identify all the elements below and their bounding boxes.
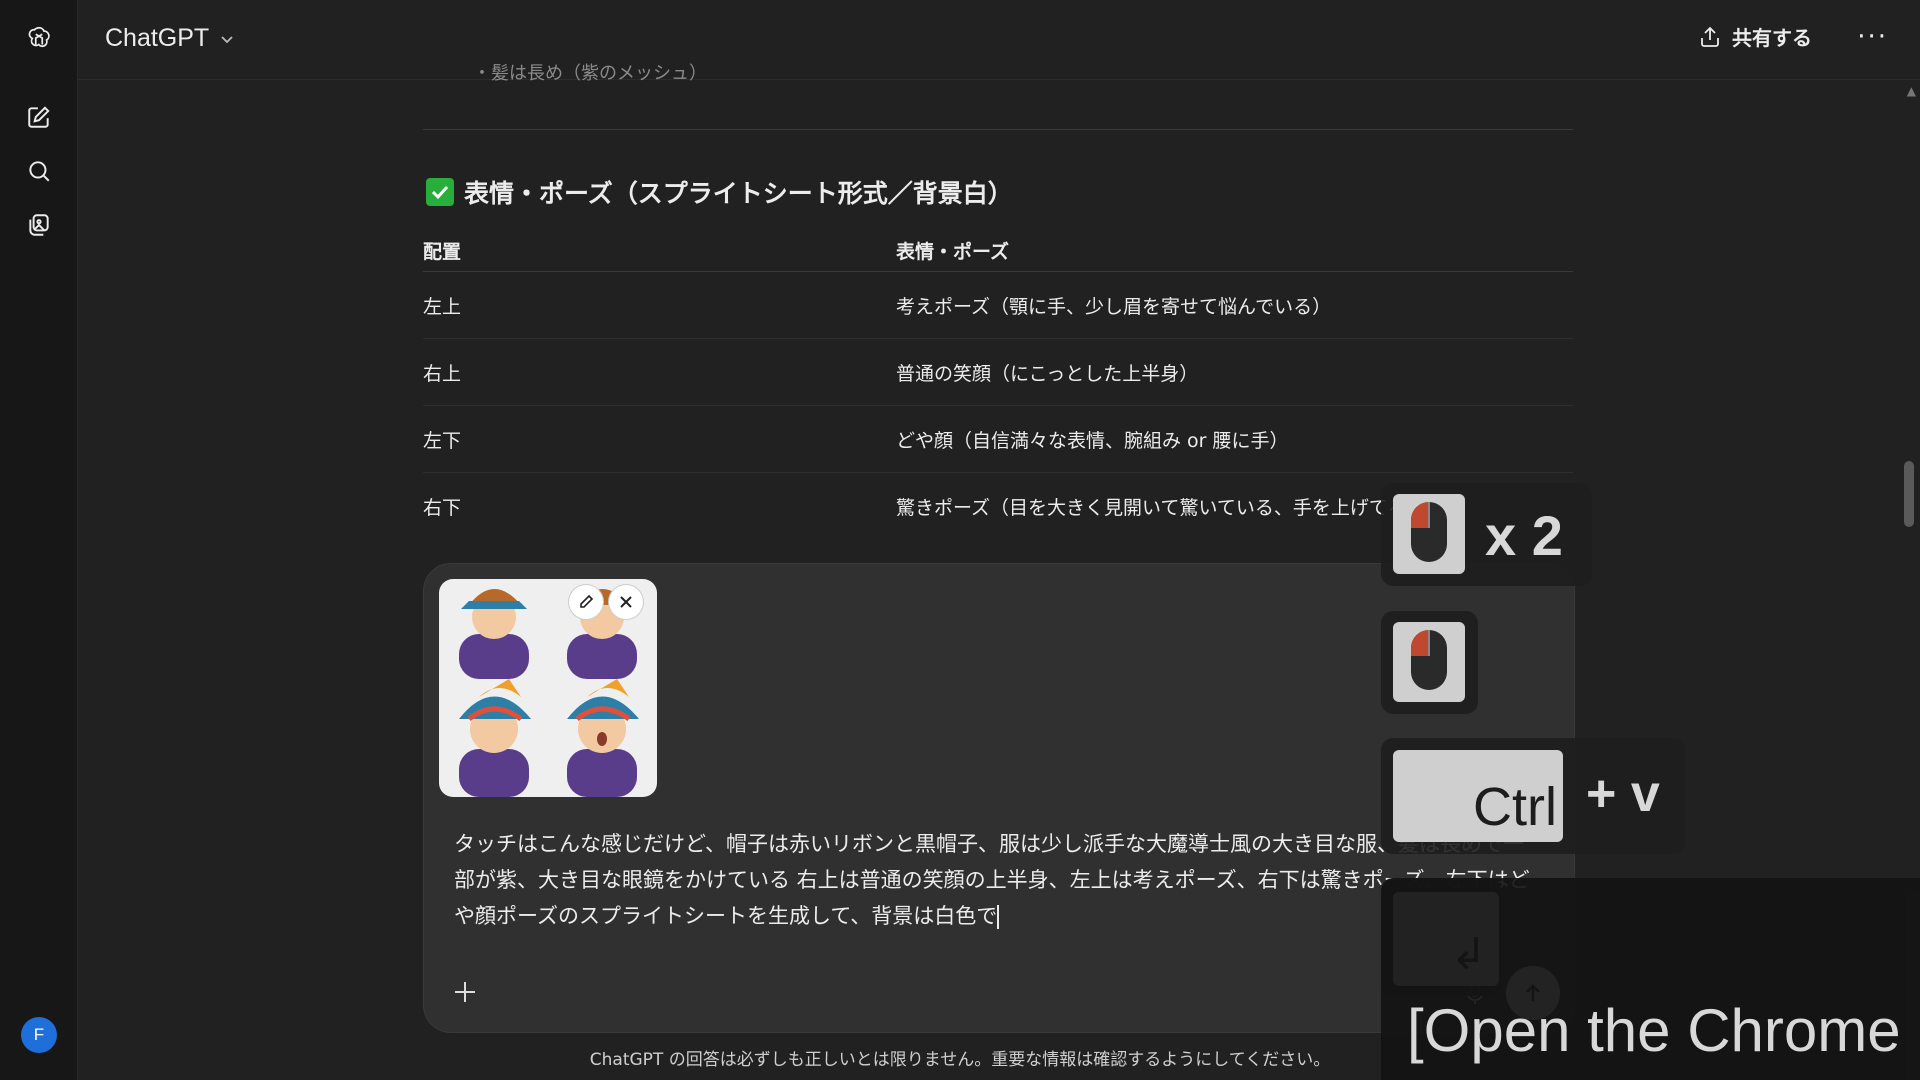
mouse-key xyxy=(1393,494,1465,574)
table-cell: 左上 xyxy=(423,295,462,318)
attached-image-thumbnail[interactable] xyxy=(439,579,657,797)
table-cell: 左下 xyxy=(423,429,462,452)
search-icon[interactable] xyxy=(22,154,56,188)
table-header-row: 配置 表情・ポーズ xyxy=(423,231,1573,272)
more-options-button[interactable]: ··· xyxy=(1857,22,1888,52)
table-header-cell: 配置 xyxy=(423,241,462,263)
table-cell: 普通の笑顔（にこっとした上半身） xyxy=(896,362,1199,385)
mouse-left-click-icon xyxy=(1411,630,1447,690)
top-header: ChatGPT 共有する ··· xyxy=(78,0,1920,80)
ctrl-key: Ctrl xyxy=(1393,750,1563,842)
edit-image-button[interactable] xyxy=(569,585,603,619)
close-icon xyxy=(620,596,632,608)
action-caption-overlay: [Open the Chrome xyxy=(1381,878,1920,1080)
table-header-cell: 表情・ポーズ xyxy=(896,241,1010,263)
chevron-down-icon xyxy=(221,35,233,43)
table-cell: 考えポーズ（顎に手、少し眉を寄せて悩んでいる） xyxy=(896,295,1332,318)
section-heading: 表情・ポーズ（スプライトシート形式／背景白） xyxy=(426,174,1013,210)
new-chat-icon[interactable] xyxy=(22,100,56,134)
mouse-key xyxy=(1393,622,1465,702)
paste-shortcut-overlay: Ctrl + v xyxy=(1381,738,1685,854)
mouse-left-click-icon xyxy=(1411,502,1447,562)
divider xyxy=(423,129,1573,130)
add-attachment-button[interactable] xyxy=(452,974,478,1014)
table-row: 右上 普通の笑顔（にこっとした上半身） xyxy=(423,339,1573,406)
remove-image-button[interactable] xyxy=(609,585,643,619)
section-title: 表情・ポーズ（スプライトシート形式／背景白） xyxy=(464,179,1013,208)
plus-v-label: + v xyxy=(1586,765,1660,823)
single-click-overlay xyxy=(1381,611,1478,714)
share-icon xyxy=(1701,26,1719,47)
model-label: ChatGPT xyxy=(105,24,210,52)
sidebar-rail: F xyxy=(0,0,78,1080)
click-count-label: x 2 xyxy=(1485,504,1563,567)
partial-previous-line: ・髪は長め（紫のメッシュ） xyxy=(473,63,707,84)
scroll-up-arrow-icon[interactable]: ▲ xyxy=(1907,84,1916,98)
table-cell: 右下 xyxy=(423,496,462,519)
openai-logo-icon[interactable] xyxy=(22,21,56,55)
table-cell: 右上 xyxy=(423,362,462,385)
ctrl-key-label: Ctrl xyxy=(1473,777,1557,837)
pencil-icon xyxy=(580,594,594,608)
table-row: 左下 どや顔（自信満々な表情、腕組み or 腰に手） xyxy=(423,406,1573,473)
plus-icon xyxy=(455,982,475,1002)
text-caret xyxy=(997,905,1000,929)
table-cell: どや顔（自信満々な表情、腕組み or 腰に手） xyxy=(896,429,1289,452)
scrollbar-thumb[interactable] xyxy=(1904,461,1914,527)
prompt-text: タッチはこんな感じだけど、帽子は赤いリボンと黒帽子、服は少し派手な大魔導士風の大… xyxy=(454,832,1530,928)
check-mark-icon xyxy=(426,178,454,206)
library-icon[interactable] xyxy=(22,208,56,242)
share-label: 共有する xyxy=(1732,26,1812,50)
double-click-overlay: x 2 xyxy=(1381,483,1592,586)
table-row: 左上 考えポーズ（顎に手、少し眉を寄せて悩んでいる） xyxy=(423,272,1573,339)
share-button[interactable]: 共有する xyxy=(1698,22,1812,51)
model-selector[interactable]: ChatGPT xyxy=(105,24,235,53)
caption-text: [Open the Chrome xyxy=(1407,997,1901,1064)
